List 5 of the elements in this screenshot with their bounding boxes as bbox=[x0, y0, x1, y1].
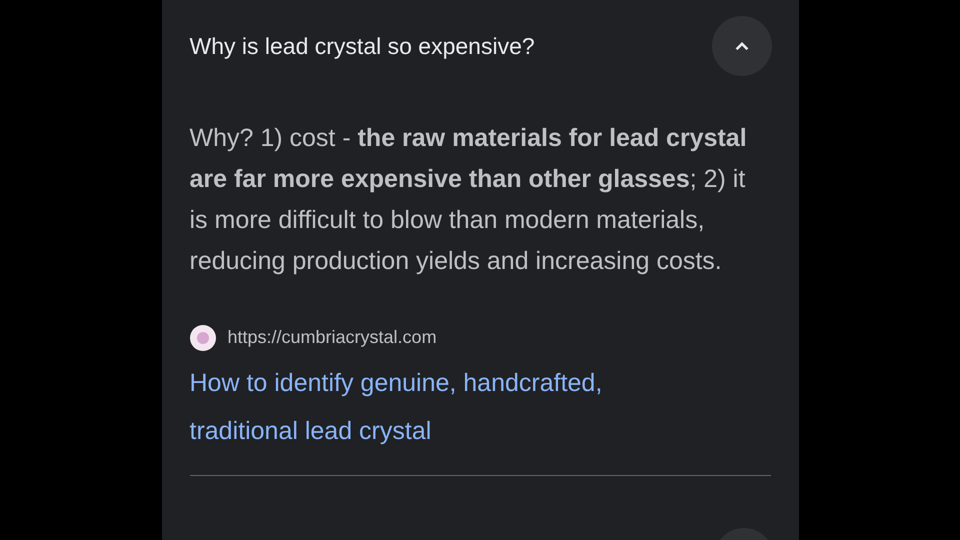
source-url[interactable]: https://cumbriacrystal.com bbox=[228, 324, 437, 351]
source-link[interactable]: How to identify genuine, handcrafted, traditional lead crystal bbox=[190, 359, 710, 455]
answer-text: Why? 1) cost - the raw materials for lead crystal are far more expensive than other glasses; 2) it is more difficult to blow than modern materials, reducing production yields and increasing costs. bbox=[190, 123, 748, 277]
question-title: Why is lead crystal so expensive? bbox=[190, 32, 535, 61]
site-favicon-icon bbox=[190, 324, 216, 350]
